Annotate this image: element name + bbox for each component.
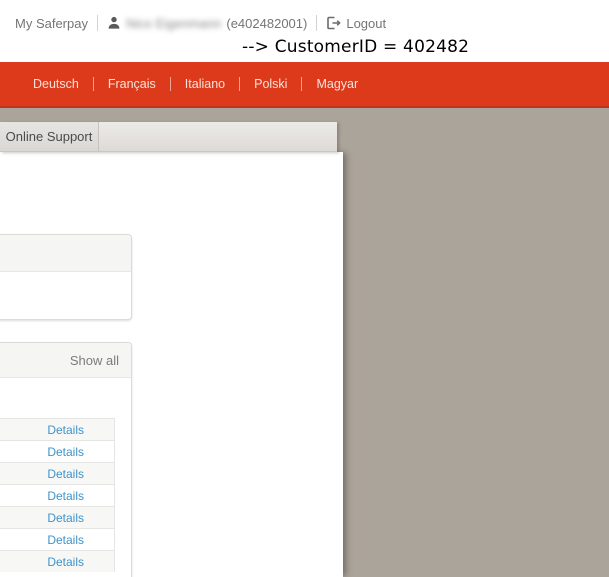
user-name: Nico Eigenmann (126, 16, 221, 31)
logout-icon (326, 16, 341, 30)
form-card-header (0, 235, 131, 272)
table-row[interactable]: Details (0, 506, 114, 528)
content-panel: Show all Details Details Details Details… (0, 152, 343, 577)
show-all-link[interactable]: Show all (70, 353, 119, 368)
divider (97, 15, 98, 31)
table-row[interactable]: Details (0, 418, 114, 440)
table-row[interactable]: Details (0, 440, 114, 462)
table-row[interactable]: Details (0, 528, 114, 550)
transactions-table: Details Details Details Details Details … (0, 418, 115, 572)
my-saferpay-link[interactable]: My Saferpay (15, 16, 88, 31)
language-bar: Deutsch Français Italiano Polski Magyar (0, 62, 609, 108)
divider (93, 77, 94, 91)
divider (316, 15, 317, 31)
language-link-polski[interactable]: Polski (254, 77, 287, 91)
details-link[interactable]: Details (47, 555, 84, 569)
person-icon (107, 16, 121, 30)
language-link-francais[interactable]: Français (108, 77, 156, 91)
account-id: (e402482001) (226, 16, 307, 31)
tab-bar: Online Support (0, 122, 337, 152)
table-row[interactable]: Details (0, 462, 114, 484)
form-card (0, 234, 132, 320)
details-link[interactable]: Details (47, 423, 84, 437)
tab-online-support[interactable]: Online Support (0, 122, 99, 151)
recent-transactions-card: Show all Details Details Details Details… (0, 342, 132, 577)
details-link[interactable]: Details (47, 445, 84, 459)
language-link-deutsch[interactable]: Deutsch (33, 77, 79, 91)
customer-id-annotation: --> CustomerID = 402482 (242, 37, 469, 57)
divider (170, 77, 171, 91)
table-row[interactable]: Details (0, 484, 114, 506)
logout-button[interactable]: Logout (326, 16, 386, 31)
divider (239, 77, 240, 91)
details-link[interactable]: Details (47, 489, 84, 503)
recent-transactions-header: Show all (0, 343, 131, 378)
details-link[interactable]: Details (47, 511, 84, 525)
table-row[interactable]: Details (0, 550, 114, 572)
user-account-link[interactable]: Nico Eigenmann (e402482001) (107, 16, 307, 31)
logout-label: Logout (346, 16, 386, 31)
divider (301, 77, 302, 91)
details-link[interactable]: Details (47, 533, 84, 547)
details-link[interactable]: Details (47, 467, 84, 481)
language-link-italiano[interactable]: Italiano (185, 77, 225, 91)
language-link-magyar[interactable]: Magyar (316, 77, 358, 91)
